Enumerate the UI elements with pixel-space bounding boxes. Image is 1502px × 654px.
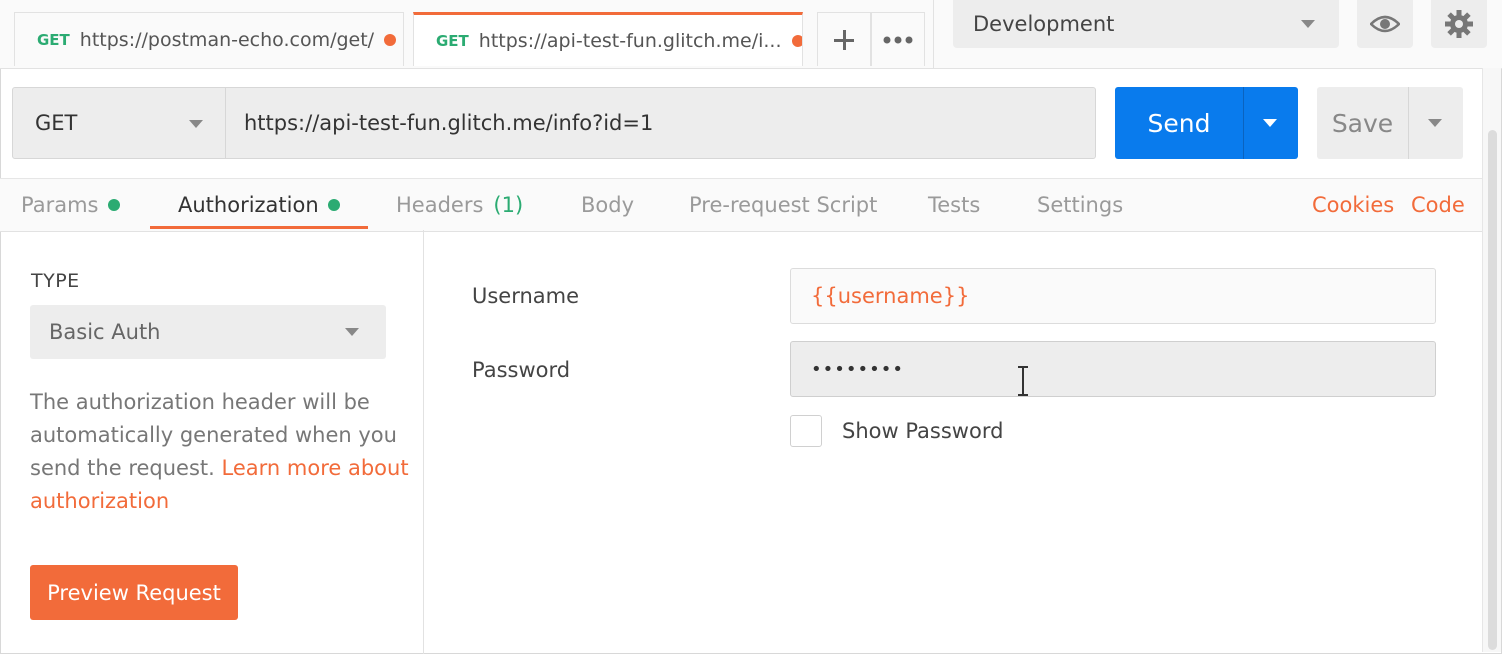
tab-params-label: Params	[21, 193, 99, 217]
auth-type-select[interactable]: Basic Auth	[30, 305, 386, 359]
chevron-down-icon	[1263, 119, 1277, 127]
chevron-down-icon	[1428, 119, 1442, 127]
tab-authorization-label: Authorization	[178, 193, 319, 217]
save-options-button[interactable]	[1408, 87, 1463, 159]
unsaved-dot-icon	[384, 33, 397, 46]
tab-headers-label: Headers	[396, 193, 484, 217]
password-label: Password	[472, 358, 571, 382]
chevron-down-icon	[189, 120, 203, 128]
tab-url: https://postman-echo.com/get/	[79, 28, 375, 51]
unsaved-dot-icon	[791, 34, 802, 47]
username-value: {{username}}	[811, 284, 970, 308]
status-dot-icon	[107, 199, 120, 211]
send-options-button[interactable]	[1243, 87, 1298, 159]
tab-body-label: Body	[581, 193, 635, 217]
show-password-checkbox[interactable]	[790, 415, 822, 447]
gear-icon	[1445, 10, 1473, 38]
request-tab-bar: GET https://postman-echo.com/get/ GET ht…	[0, 0, 1502, 69]
tab-headers[interactable]: Headers (1)	[396, 179, 523, 231]
request-url-value: https://api-test-fun.glitch.me/info?id=1	[244, 111, 654, 135]
tab-method: GET	[37, 30, 70, 49]
cookies-label: Cookies	[1312, 193, 1395, 217]
auth-type-heading: TYPE	[31, 270, 80, 292]
tab-prerequest-script[interactable]: Pre-request Script	[689, 179, 877, 231]
password-value: ••••••••	[811, 358, 904, 380]
code-label: Code	[1411, 193, 1465, 217]
request-subtabs: Params Authorization Headers (1) Body Pr…	[0, 178, 1482, 232]
send-button[interactable]: Send	[1115, 87, 1243, 159]
tab-authorization[interactable]: Authorization	[178, 179, 340, 231]
auth-help-text: The authorization header will be automat…	[30, 386, 410, 518]
ellipsis-icon	[883, 36, 913, 43]
username-label: Username	[472, 284, 580, 308]
request-tab-glitch[interactable]: GET https://api-test-fun.glitch.me/i...	[413, 12, 803, 66]
cookies-link[interactable]: Cookies	[1312, 179, 1394, 231]
chevron-down-icon	[345, 328, 359, 336]
preview-request-label: Preview Request	[47, 580, 221, 605]
request-tab-postman-echo[interactable]: GET https://postman-echo.com/get/	[14, 12, 404, 66]
tab-params[interactable]: Params	[21, 179, 120, 231]
status-dot-icon	[327, 199, 340, 211]
tab-settings[interactable]: Settings	[1037, 179, 1123, 231]
tab-body[interactable]: Body	[581, 179, 634, 231]
divider	[933, 0, 934, 68]
active-tab-indicator	[150, 226, 368, 229]
scrollbar-thumb[interactable]	[1488, 130, 1497, 650]
http-method-select[interactable]: GET	[12, 87, 226, 159]
environment-selected: Development	[973, 12, 1115, 36]
plus-icon	[834, 29, 854, 50]
save-button[interactable]: Save	[1317, 87, 1408, 159]
password-input[interactable]: ••••••••	[790, 341, 1436, 397]
tab-tests-label: Tests	[928, 193, 981, 217]
request-url-input[interactable]: https://api-test-fun.glitch.me/info?id=1	[226, 87, 1096, 159]
settings-button[interactable]	[1431, 0, 1487, 48]
environment-select[interactable]: Development	[953, 0, 1339, 48]
headers-count-badge: (1)	[493, 193, 524, 217]
preview-request-button[interactable]: Preview Request	[30, 565, 238, 620]
tab-prerequest-label: Pre-request Script	[689, 193, 878, 217]
new-tab-button[interactable]	[817, 12, 871, 66]
tab-settings-label: Settings	[1037, 193, 1124, 217]
more-tabs-button[interactable]	[871, 12, 925, 66]
environment-quick-look-button[interactable]	[1357, 0, 1413, 48]
chevron-down-icon	[1301, 20, 1315, 28]
http-method-value: GET	[35, 111, 78, 135]
text-cursor-icon	[1018, 366, 1028, 396]
show-password-label[interactable]: Show Password	[842, 419, 1003, 443]
save-label: Save	[1331, 108, 1394, 138]
eye-icon	[1370, 15, 1400, 33]
username-input[interactable]: {{username}}	[790, 268, 1436, 324]
code-link[interactable]: Code	[1411, 179, 1465, 231]
pane-divider	[423, 230, 424, 654]
auth-type-value: Basic Auth	[49, 320, 161, 344]
send-label: Send	[1147, 108, 1211, 138]
tab-method: GET	[436, 31, 469, 50]
tab-tests[interactable]: Tests	[928, 179, 980, 231]
tab-url: https://api-test-fun.glitch.me/i...	[478, 29, 782, 52]
